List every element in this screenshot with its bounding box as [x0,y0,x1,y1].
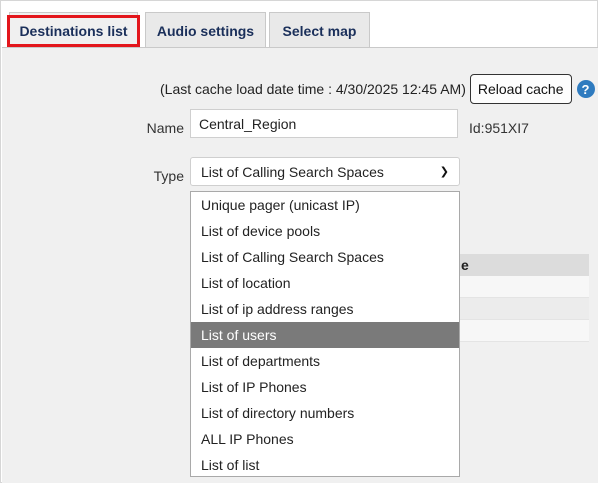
dropdown-option[interactable]: List of ip address ranges [191,296,459,322]
tab-select-map[interactable]: Select map [269,12,370,48]
type-dropdown-list: Unique pager (unicast IP) List of device … [190,191,460,477]
type-label: Type [153,168,184,184]
cache-row: (Last cache load date time : 4/30/2025 1… [160,74,595,104]
dropdown-option[interactable]: ALL IP Phones [191,426,459,452]
table-row [457,320,589,342]
tab-destinations-list[interactable]: Destinations list [7,12,140,48]
destinations-table: e [457,254,589,342]
tab-audio-settings[interactable]: Audio settings [145,12,266,48]
window-frame: Destinations list Audio settings Select … [0,0,598,483]
name-label: Name [146,120,184,136]
tab-panel: (Last cache load date time : 4/30/2025 1… [2,47,598,483]
dropdown-option[interactable]: List of directory numbers [191,400,459,426]
type-select-value: List of Calling Search Spaces [201,163,384,180]
tab-label: Audio settings [156,22,255,39]
dropdown-option[interactable]: List of IP Phones [191,374,459,400]
dropdown-option[interactable]: List of list [191,452,459,478]
dropdown-option[interactable]: List of users [191,322,459,348]
tab-label: Select map [282,22,357,39]
help-icon[interactable]: ? [576,80,595,98]
dropdown-option[interactable]: List of Calling Search Spaces [191,244,459,270]
name-input[interactable] [190,109,458,138]
dropdown-option[interactable]: Unique pager (unicast IP) [191,192,459,218]
type-select[interactable]: List of Calling Search Spaces ❯ [190,157,460,186]
cache-status-text: (Last cache load date time : 4/30/2025 1… [160,81,466,97]
dropdown-option[interactable]: List of device pools [191,218,459,244]
reload-cache-button[interactable]: Reload cache [469,74,572,104]
id-text: Id:951XI7 [469,120,529,136]
table-row [457,276,589,298]
tab-label: Destinations list [7,14,140,47]
table-row [457,298,589,320]
dropdown-option[interactable]: List of location [191,270,459,296]
table-header: e [457,254,589,276]
chevron-down-icon: ❯ [439,166,449,178]
dropdown-option[interactable]: List of departments [191,348,459,374]
